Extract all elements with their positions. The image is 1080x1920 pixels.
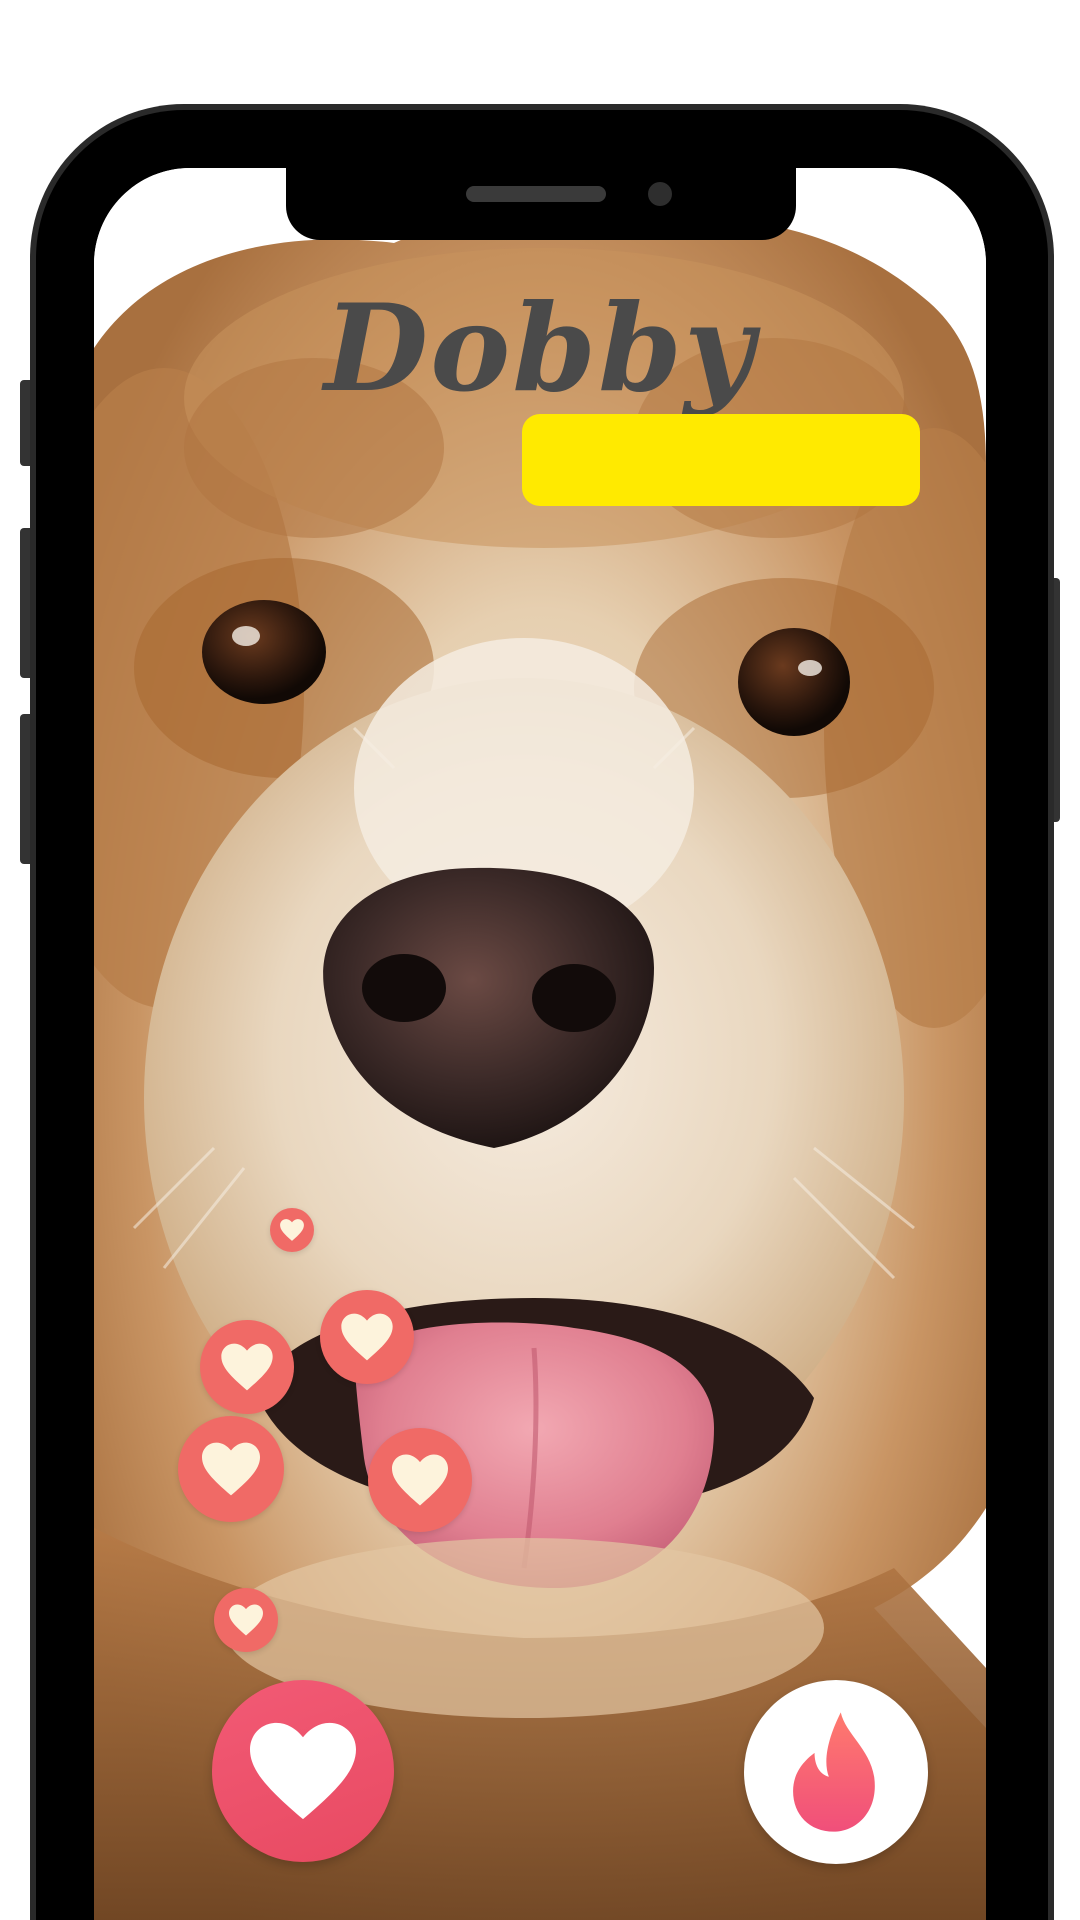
floating-heart-icon (270, 1208, 314, 1252)
earpiece-speaker (466, 186, 606, 202)
floating-heart-icon (368, 1428, 472, 1532)
floating-heart-icon (178, 1416, 284, 1522)
like-button[interactable] (212, 1680, 394, 1862)
phone-mute-switch (20, 380, 34, 466)
floating-heart-icon (200, 1320, 294, 1414)
phone-volume-down-button (20, 714, 34, 864)
phone-power-button (1046, 578, 1060, 822)
floating-heart-icon (320, 1290, 414, 1384)
boost-button[interactable] (744, 1680, 928, 1864)
phone-volume-up-button (20, 528, 34, 678)
phone-notch (286, 168, 796, 240)
app-stage: Dobby (0, 0, 1080, 1920)
highlight-bar (522, 414, 920, 506)
front-camera (648, 182, 672, 206)
flame-icon (793, 1712, 875, 1832)
floating-heart-icon (214, 1588, 278, 1652)
heart-icon (250, 1722, 356, 1820)
pet-name-title: Dobby (324, 278, 756, 419)
